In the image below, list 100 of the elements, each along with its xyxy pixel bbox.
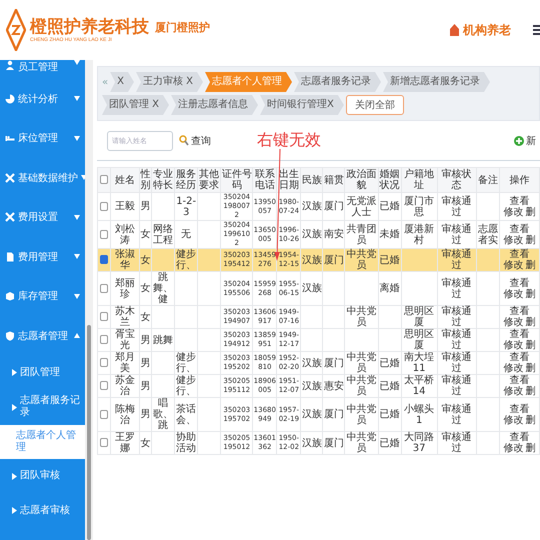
table-cell [152,352,175,374]
menu-icon[interactable] [533,24,540,36]
table-cell [198,374,221,398]
sidebar-subitem[interactable]: 志愿者服务记录 [0,390,85,424]
checkbox[interactable] [100,312,108,322]
action-link[interactable]: 修改 [503,234,524,246]
table-cell: 审核通过 [437,328,476,352]
document-icon [5,252,15,262]
table-cell: 男 [140,192,152,220]
table-cell [174,272,198,306]
action-link[interactable]: 查看 [509,329,530,340]
table-cell: 唱歌、跳 [152,398,175,432]
scrollbar[interactable] [87,325,91,540]
action-link[interactable]: 查看 [509,249,530,260]
action-link[interactable]: 查看 [509,432,530,443]
checkbox[interactable] [100,230,108,239]
table-cell [198,328,221,352]
table-cell [198,306,221,328]
action-link[interactable]: 删 [525,317,536,328]
action-link[interactable]: 修改 [503,340,524,351]
column-header: 备注 [476,168,500,192]
table-cell: 审核通过 [437,306,476,328]
checkbox[interactable] [100,438,108,448]
action-link[interactable]: 删 [525,363,536,374]
table-cell [198,192,221,220]
sidebar-item[interactable]: 基础数据维护 [0,158,85,198]
sidebar-subitem[interactable]: 团队管理 [0,356,85,390]
tab[interactable]: 注册志愿者信息 [171,95,258,115]
table-cell: 汉族 [300,272,323,306]
checkbox[interactable] [100,255,108,264]
tab[interactable]: 志愿者服务记录 [294,72,382,92]
action-link[interactable]: 查看 [509,306,530,317]
table-cell: 厦门 [322,432,345,454]
tools-icon [5,212,15,222]
sidebar-item[interactable]: 费用管理 [0,237,85,276]
action-link[interactable]: 修改 [503,206,524,218]
checkbox[interactable] [100,202,108,211]
sidebar-label: 志愿者管理 [18,330,69,343]
action-link[interactable]: 删 [525,414,536,426]
column-header: 其他要求 [198,168,221,192]
action-link[interactable]: 删 [525,340,536,351]
checkbox[interactable] [100,335,108,344]
table-cell [300,328,323,352]
action-link[interactable]: 删 [525,288,536,300]
action-link[interactable]: 删 [525,260,536,271]
table-cell [378,328,402,352]
action-link[interactable]: 修改 [503,414,524,426]
table-cell [322,328,345,352]
tab[interactable]: 时间银行管理X [260,95,344,115]
sidebar-item[interactable]: 员工管理 [0,60,85,79]
checkbox[interactable] [100,381,108,390]
checkbox[interactable] [100,175,108,184]
checkbox[interactable] [100,284,108,293]
checkbox[interactable] [100,358,108,368]
table-cell: 太平桥14 [401,374,438,398]
action-link[interactable]: 查看 [509,352,530,363]
sidebar-item[interactable]: 床位管理 [0,118,85,158]
action-link[interactable]: 修改 [503,260,524,271]
tab[interactable]: 新增志愿者服务记录 [383,72,490,92]
tab[interactable]: X [110,72,134,92]
sidebar-label: 统计分析 [18,92,59,106]
action-link[interactable]: 修改 [503,317,524,328]
action-link[interactable]: 修改 [503,443,524,454]
sidebar-item[interactable]: 库存管理 [0,276,85,316]
action-link[interactable]: 查看 [509,278,530,288]
action-link[interactable]: 查看 [509,375,530,386]
table-cell: 厦门市思 [401,192,438,220]
action-link[interactable]: 修改 [503,386,524,397]
sidebar-subitem[interactable]: 志愿者审核 [0,494,85,528]
tab[interactable]: 王力审核 X [136,72,204,92]
action-link[interactable]: 删 [525,443,536,454]
table-cell: 男 [140,374,152,398]
action-link[interactable]: 查看 [509,404,530,414]
action-link[interactable]: 修改 [503,288,524,300]
tab[interactable]: 团队管理 X [102,95,170,115]
table-cell: 大同路37 [401,432,438,454]
checkbox[interactable] [100,410,108,419]
table-cell: 王毅 [110,192,140,220]
add-button[interactable]: 新 [514,134,536,148]
plus-icon [514,136,524,146]
sidebar-item[interactable]: 志愿者管理 [0,316,85,356]
column-header: 证件号码 [220,168,253,192]
table-cell [322,306,345,328]
action-link[interactable]: 查看 [509,196,530,206]
sidebar-subitem[interactable]: 团队审核 [0,459,85,494]
sidebar-item[interactable]: 费用设置 [0,198,85,237]
table-cell: 厦门 [322,398,345,432]
table-cell [152,432,175,454]
table-cell: 胥宝光 [110,328,140,352]
action-link[interactable]: 查看 [509,224,530,234]
action-link[interactable]: 删 [525,234,536,246]
search-button[interactable]: 查询 [179,134,211,148]
table-cell [152,192,175,220]
close-all-button[interactable]: 关闭全部 [346,95,404,115]
table-cell: 厦门 [322,248,345,272]
action-link[interactable]: 删 [525,206,536,218]
action-link[interactable]: 修改 [503,363,524,374]
action-link[interactable]: 删 [525,386,536,397]
sidebar-item[interactable]: 统计分析 [0,79,85,118]
table-cell [152,306,175,328]
